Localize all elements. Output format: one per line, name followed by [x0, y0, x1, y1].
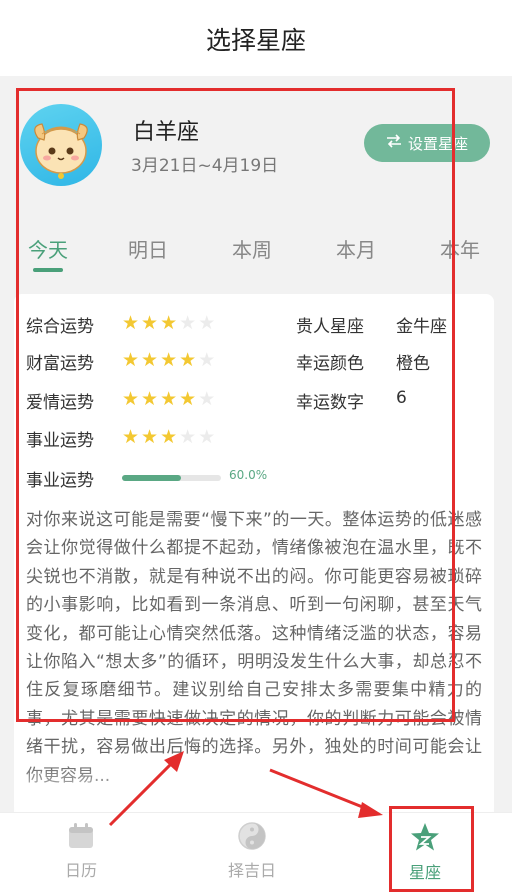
- star-filled-icon: ★: [141, 388, 161, 410]
- top-bar: 选择星座: [0, 0, 512, 76]
- star-empty-icon: ★: [198, 426, 218, 448]
- noble-sign-value: 金牛座: [396, 317, 447, 337]
- star-filled-icon: ★: [160, 426, 180, 448]
- star-filled-icon: ★: [141, 312, 161, 334]
- rating-label: 综合运势: [26, 317, 94, 337]
- star-filled-icon: ★: [141, 349, 161, 371]
- lucky-color-value: 橙色: [396, 354, 430, 374]
- star-empty-icon: ★: [198, 349, 218, 371]
- active-tab-indicator: [33, 268, 63, 272]
- period-tabs: 今天 明日 本周 本月 本年: [0, 234, 512, 278]
- career-progress-fill: [122, 475, 182, 481]
- tab-today[interactable]: 今天: [18, 234, 78, 263]
- star-filled-icon: ★: [160, 388, 180, 410]
- nav-constellation[interactable]: 星座: [385, 821, 465, 883]
- star-rating: ★★★★★: [122, 388, 217, 410]
- swap-icon: [386, 134, 402, 152]
- set-sign-button[interactable]: 设置星座: [364, 124, 490, 162]
- nav-calendar-label: 日历: [64, 861, 97, 880]
- lucky-color-label: 幸运颜色: [296, 354, 364, 374]
- set-sign-button-label: 设置星座: [407, 134, 468, 153]
- nav-auspicious-day[interactable]: 择吉日: [212, 821, 292, 881]
- star-filled-icon: ★: [179, 349, 199, 371]
- star-rating: ★★★★★: [122, 426, 217, 448]
- bottom-navigation: 日历 择吉日 星座: [0, 812, 512, 896]
- tab-this-week[interactable]: 本周: [222, 234, 282, 263]
- noble-sign-label: 贵人星座: [296, 317, 364, 337]
- nav-auspicious-day-label: 择吉日: [227, 861, 276, 880]
- tab-tomorrow[interactable]: 明日: [118, 234, 178, 263]
- page-title: 选择星座: [205, 26, 306, 55]
- star-filled-icon: ★: [160, 349, 180, 371]
- rating-label: 事业运势: [26, 431, 94, 451]
- star-filled-icon: ★: [141, 426, 161, 448]
- sign-name: 白羊座: [133, 120, 200, 145]
- aries-avatar: [20, 104, 102, 186]
- career-progress-bar: [122, 475, 221, 481]
- rating-label: 爱情运势: [26, 393, 94, 413]
- description-fade: [14, 764, 494, 814]
- star-filled-icon: ★: [160, 312, 180, 334]
- star-rating: ★★★★★: [122, 349, 217, 371]
- star-filled-icon: ★: [122, 426, 142, 448]
- star-icon: [411, 823, 439, 851]
- calendar-icon: [69, 823, 93, 848]
- star-empty-icon: ★: [179, 426, 199, 448]
- rating-label: 财富运势: [26, 354, 94, 374]
- profile-section: 白羊座 3月21日~4月19日 设置星座 今天 明日 本周 本月 本年: [0, 76, 512, 296]
- star-rating: ★★★★★: [122, 312, 217, 334]
- star-filled-icon: ★: [179, 388, 199, 410]
- star-empty-icon: ★: [179, 312, 199, 334]
- lucky-number-label: 幸运数字: [296, 393, 364, 413]
- progress-label: 事业运势: [26, 471, 94, 491]
- sign-date-range: 3月21日~4月19日: [131, 156, 279, 176]
- nav-calendar[interactable]: 日历: [41, 821, 121, 881]
- fortune-description: 对你来说这可能是需要“慢下来”的一天。整体运势的低迷感会让你觉得做什么都提不起劲…: [26, 510, 482, 786]
- star-filled-icon: ★: [122, 312, 142, 334]
- star-filled-icon: ★: [122, 388, 142, 410]
- star-empty-icon: ★: [198, 388, 218, 410]
- nav-constellation-label: 星座: [408, 863, 441, 882]
- star-filled-icon: ★: [122, 349, 142, 371]
- lucky-number-value: 6: [396, 388, 407, 408]
- tab-this-year[interactable]: 本年: [430, 234, 490, 263]
- fortune-card: 综合运势 ★★★★★ 财富运势 ★★★★★ 爱情运势 ★★★★★ 事业运势 ★★…: [14, 294, 494, 814]
- yin-yang-icon: [238, 822, 266, 850]
- tab-this-month[interactable]: 本月: [326, 234, 386, 263]
- career-progress-percent: 60.0%: [229, 468, 268, 482]
- star-empty-icon: ★: [198, 312, 218, 334]
